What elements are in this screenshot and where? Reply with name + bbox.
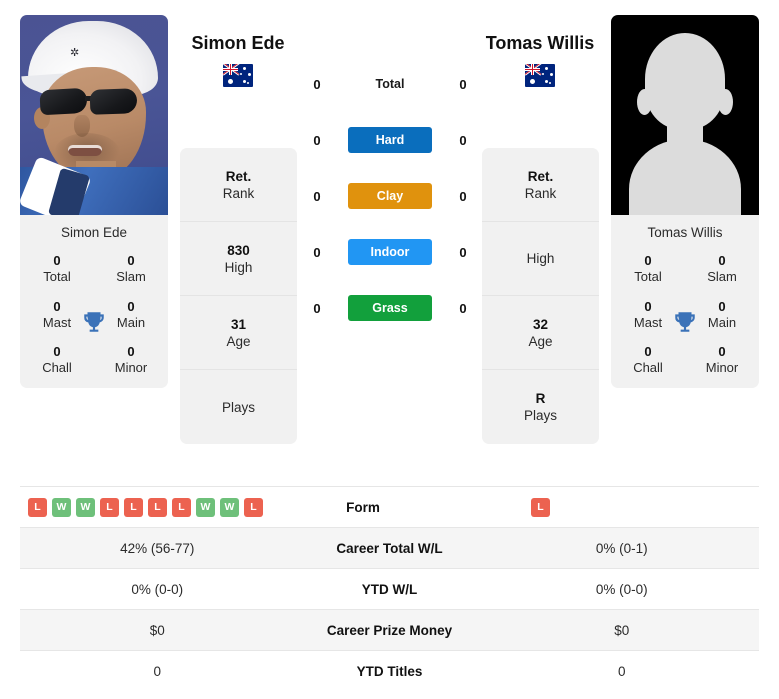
player-name-left[interactable]: Simon Ede xyxy=(148,33,328,54)
nose-shape xyxy=(74,115,90,137)
form-badges-left: LWWLLLLWWL xyxy=(20,497,268,517)
stat-high-left: 830 High xyxy=(180,222,297,296)
comparison-header: ✲ Simon Ede 0 Total 0 Slam 0 Mast 0 Main… xyxy=(0,0,779,478)
stat-column-left: Ret. Rank 830 High 31 Age Plays xyxy=(180,148,297,444)
player-name-right[interactable]: Tomas Willis xyxy=(450,33,630,54)
surface-row-grass: 0 Grass 0 xyxy=(300,280,480,336)
cap-logo: ✲ xyxy=(70,47,79,59)
stat-rank-right: Ret. Rank xyxy=(482,148,599,222)
surface-badge-indoor[interactable]: Indoor xyxy=(348,239,432,265)
stat-plays-right: R Plays xyxy=(523,391,557,423)
surface-count-left: 0 xyxy=(313,188,321,204)
value-left: 0 xyxy=(153,663,161,679)
row-label-ytd-wl: YTD W/L xyxy=(361,581,418,597)
title-stat-slam: 0 Slam xyxy=(116,253,146,284)
title-stat-chall: 0 Chall xyxy=(633,344,663,376)
surface-count-right: 0 xyxy=(459,244,467,260)
surface-row-hard: 0 Hard 0 xyxy=(300,112,480,168)
surface-row-clay: 0 Clay 0 xyxy=(300,168,480,224)
trophy-icon xyxy=(81,309,107,335)
table-row-ytd-titles: 0 YTD Titles 0 xyxy=(20,650,759,691)
surface-badge-clay[interactable]: Clay xyxy=(348,183,432,209)
comparison-table: LWWLLLLWWL Form L 42% (56-77) Career Tot… xyxy=(20,486,759,691)
sunglasses-shape xyxy=(38,87,148,116)
row-label-career-prize-money: Career Prize Money xyxy=(326,622,453,638)
title-stat-total: 0 Total xyxy=(634,253,662,284)
title-stat-minor: 0 Minor xyxy=(705,344,739,376)
title-stat-chall: 0 Chall xyxy=(42,344,72,376)
avatar-ear-right-shape xyxy=(718,89,733,115)
surface-count-right: 0 xyxy=(459,300,467,316)
player-photo-left: ✲ xyxy=(20,15,168,215)
row-label-form: Form xyxy=(346,499,380,515)
surface-count-right: 0 xyxy=(459,132,467,148)
player-card-left[interactable]: ✲ Simon Ede 0 Total 0 Slam 0 Mast 0 Main… xyxy=(20,15,168,389)
value-left: 0% (0-0) xyxy=(131,581,184,597)
title-stat-minor: 0 Minor xyxy=(114,344,148,376)
row-label-ytd-titles: YTD Titles xyxy=(356,663,423,679)
stat-rank-left: Ret. Rank xyxy=(180,148,297,222)
table-row-career-prize-money: $0 Career Prize Money $0 xyxy=(20,609,759,650)
value-right: 0 xyxy=(617,663,626,679)
surface-count-left: 0 xyxy=(313,76,321,92)
player-card-name-right: Tomas Willis xyxy=(647,225,723,240)
stat-column-right: Ret. Rank High 32 Age R Plays xyxy=(482,148,599,444)
form-badge-loss[interactable]: L xyxy=(244,497,263,517)
value-left: $0 xyxy=(149,622,165,638)
surface-count-left: 0 xyxy=(313,244,321,260)
player-photo-right xyxy=(611,15,759,215)
australia-flag-left xyxy=(223,64,253,87)
form-badge-win[interactable]: W xyxy=(76,497,95,517)
form-badge-loss[interactable]: L xyxy=(100,497,119,517)
trophy-icon xyxy=(672,309,698,335)
surface-count-right: 0 xyxy=(459,188,467,204)
avatar-body-shape xyxy=(629,139,741,215)
form-badge-win[interactable]: W xyxy=(220,497,239,517)
surface-badge-total[interactable]: Total xyxy=(348,71,432,97)
titles-grid-right: 0 Total 0 Slam 0 Mast 0 Main 0 Chall 0 M… xyxy=(611,251,759,388)
table-row-form: LWWLLLLWWL Form L xyxy=(20,486,759,527)
stat-high-right: High xyxy=(482,222,599,296)
surface-breakdown: 0 Total 0 0 Hard 0 0 Clay 0 0 Indoor 0 0 xyxy=(300,56,480,336)
title-stat-total: 0 Total xyxy=(43,253,71,284)
value-right: $0 xyxy=(614,622,630,638)
form-badge-win[interactable]: W xyxy=(52,497,71,517)
form-badges-right: L xyxy=(458,497,759,517)
surface-row-indoor: 0 Indoor 0 xyxy=(300,224,480,280)
avatar-ear-left-shape xyxy=(637,89,652,115)
stat-plays-left: Plays xyxy=(221,399,255,415)
form-badge-loss[interactable]: L xyxy=(124,497,143,517)
title-stat-slam: 0 Slam xyxy=(707,253,737,284)
form-badge-loss[interactable]: L xyxy=(28,497,47,517)
titles-grid-left: 0 Total 0 Slam 0 Mast 0 Main 0 Chall 0 M… xyxy=(20,251,168,388)
table-row-ytd-wl: 0% (0-0) YTD W/L 0% (0-0) xyxy=(20,568,759,609)
row-label-career-total-wl: Career Total W/L xyxy=(336,540,443,556)
surface-badge-hard[interactable]: Hard xyxy=(348,127,432,153)
surface-row-total: 0 Total 0 xyxy=(300,56,480,112)
player-comparison-page: ✲ Simon Ede 0 Total 0 Slam 0 Mast 0 Main… xyxy=(0,0,779,699)
form-badge-loss[interactable]: L xyxy=(531,497,550,517)
surface-badge-grass[interactable]: Grass xyxy=(348,295,432,321)
player-card-right[interactable]: Tomas Willis 0 Total 0 Slam 0 Mast 0 Mai… xyxy=(611,15,759,389)
stat-age-left: 31 Age xyxy=(180,296,297,370)
form-badge-win[interactable]: W xyxy=(196,497,215,517)
form-badge-loss[interactable]: L xyxy=(148,497,167,517)
surface-count-right: 0 xyxy=(459,76,467,92)
surface-count-left: 0 xyxy=(313,132,321,148)
mouth-shape xyxy=(68,145,102,156)
value-right: 0% (0-1) xyxy=(595,540,648,556)
form-badge-loss[interactable]: L xyxy=(172,497,191,517)
player-card-name-left: Simon Ede xyxy=(60,225,128,240)
stat-age-right: 32 Age xyxy=(482,296,599,370)
value-left: 42% (56-77) xyxy=(120,540,195,556)
surface-count-left: 0 xyxy=(313,300,321,316)
value-right: 0% (0-0) xyxy=(595,581,648,597)
table-row-career-total-wl: 42% (56-77) Career Total W/L 0% (0-1) xyxy=(20,527,759,568)
australia-flag-right xyxy=(525,64,555,87)
